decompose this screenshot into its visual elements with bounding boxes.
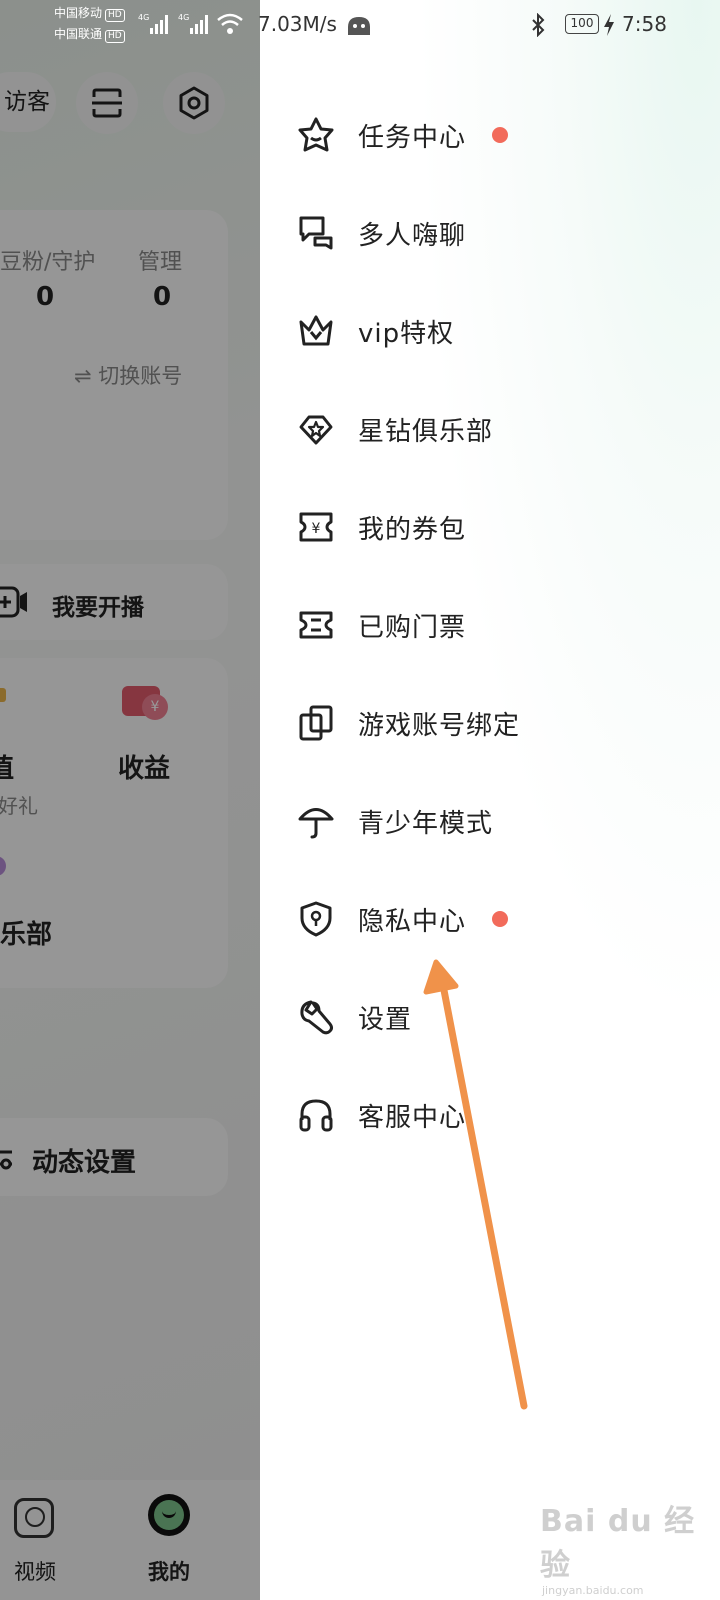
notification-dot xyxy=(492,911,509,927)
menu-item-star-club[interactable]: 星钻俱乐部 xyxy=(296,394,696,464)
menu-item-privacy-center[interactable]: 隐私中心 xyxy=(296,884,696,954)
menu-item-tickets[interactable]: 已购门票 xyxy=(296,590,696,660)
network-speed: 7.03M/s xyxy=(258,12,337,36)
menu-item-teen-mode[interactable]: 青少年模式 xyxy=(296,786,696,856)
carrier-2: 中国联通 HD xyxy=(54,27,125,43)
crown-icon xyxy=(296,311,336,351)
menu-item-coupons[interactable]: ¥ 我的券包 xyxy=(296,492,696,562)
svg-text:4G: 4G xyxy=(178,13,189,22)
diamond-star-icon xyxy=(296,409,336,449)
menu-item-settings[interactable]: 设置 xyxy=(296,982,696,1052)
status-bar: 中国移动 HD 中国联通 HD 4G 4G 7.03M/s 100 7:58 xyxy=(0,0,720,50)
wrench-icon xyxy=(296,997,336,1037)
ticket-icon xyxy=(296,605,336,645)
link-squares-icon xyxy=(296,703,336,743)
menu-label: 客服中心 xyxy=(358,1102,467,1133)
chat-bubbles-icon xyxy=(296,213,336,253)
menu-item-game-account[interactable]: 游戏账号绑定 xyxy=(296,688,696,758)
bluetooth-icon xyxy=(532,13,545,37)
star-house-icon xyxy=(296,115,336,155)
dim-overlay[interactable] xyxy=(0,0,260,1600)
menu-label: 设置 xyxy=(358,1004,413,1035)
signal-wifi-icon: 4G 4G xyxy=(138,13,243,34)
battery-indicator: 100 xyxy=(565,14,599,34)
coupon-icon: ¥ xyxy=(296,507,336,547)
side-drawer: 任务中心 多人嗨聊 vip特权 星钻俱乐部 ¥ 我的券包 已购门票 游戏账号绑定… xyxy=(260,0,720,1600)
menu-label: 我的券包 xyxy=(358,514,467,545)
carrier-1: 中国移动 HD xyxy=(54,6,125,22)
menu-label: 青少年模式 xyxy=(358,808,494,839)
clock: 7:58 xyxy=(622,12,667,36)
charging-bolt-icon xyxy=(604,14,614,36)
headset-icon xyxy=(296,1095,336,1135)
menu-item-vip[interactable]: vip特权 xyxy=(296,296,696,366)
android-debug-icon xyxy=(348,17,370,35)
shield-lock-icon xyxy=(296,899,336,939)
background-page: 访客 豆粉/守护 0 管理 0 ⇌ 切换账号 我要开播 值 好礼 ¥ 收益 乐部… xyxy=(0,0,260,1600)
menu-label: vip特权 xyxy=(358,318,455,349)
svg-text:4G: 4G xyxy=(138,13,149,22)
svg-text:¥: ¥ xyxy=(312,521,321,537)
menu-label: 任务中心 xyxy=(358,122,467,153)
menu-label: 隐私中心 xyxy=(358,906,467,937)
menu-item-customer-service[interactable]: 客服中心 xyxy=(296,1080,696,1150)
menu-item-group-chat[interactable]: 多人嗨聊 xyxy=(296,198,696,268)
umbrella-icon xyxy=(296,801,336,841)
menu-label: 已购门票 xyxy=(358,612,467,643)
baidu-jingyan-watermark: Bai du 经验 jingyan.baidu.com xyxy=(540,1504,696,1597)
menu-label: 星钻俱乐部 xyxy=(358,416,494,447)
menu-label: 游戏账号绑定 xyxy=(358,710,521,741)
notification-dot xyxy=(492,127,509,143)
menu-item-task-center[interactable]: 任务中心 xyxy=(296,100,696,170)
menu-label: 多人嗨聊 xyxy=(358,220,467,251)
